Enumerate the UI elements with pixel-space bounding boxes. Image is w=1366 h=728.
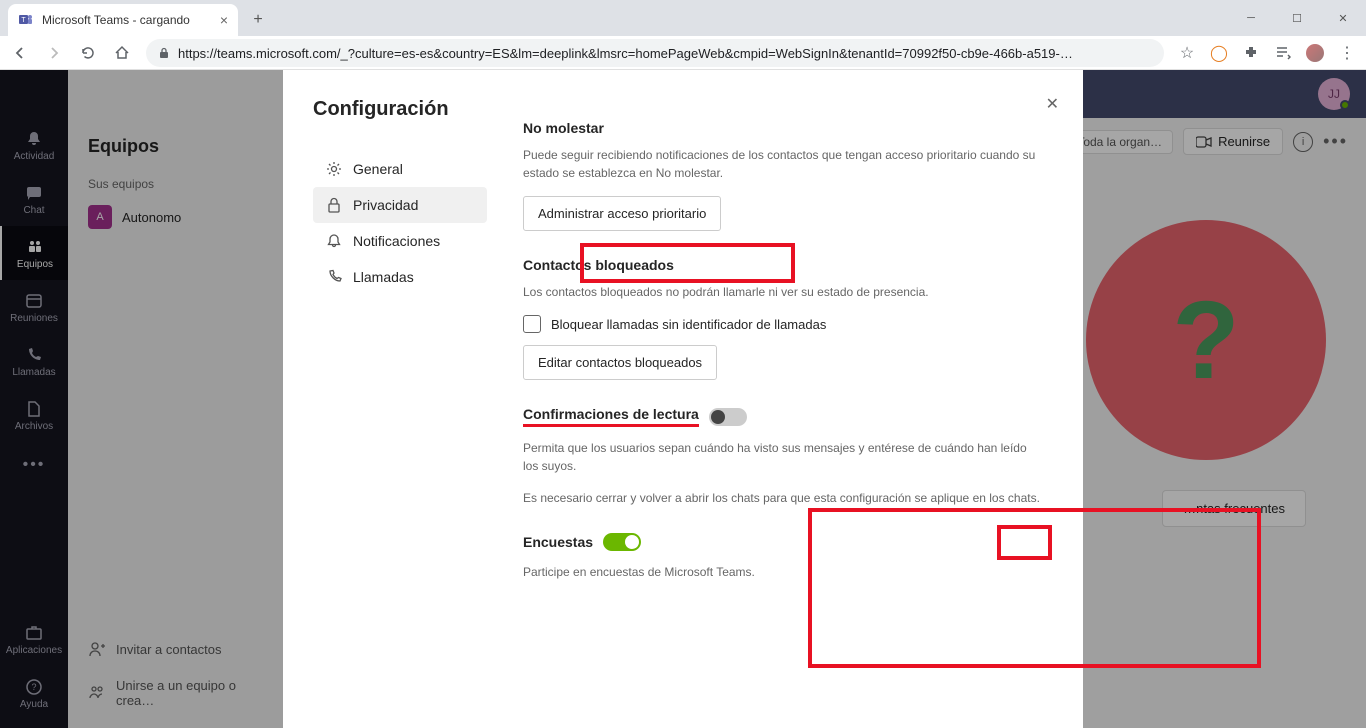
- surveys-heading: Encuestas: [523, 534, 593, 550]
- new-tab-button[interactable]: +: [244, 6, 272, 34]
- read-desc-2: Es necesario cerrar y volver a abrir los…: [523, 489, 1043, 507]
- address-bar: https://teams.microsoft.com/_?culture=es…: [0, 36, 1366, 70]
- surveys-section: Encuestas Participe en encuestas de Micr…: [523, 533, 1043, 581]
- back-button[interactable]: [10, 43, 30, 63]
- block-nocid-row[interactable]: Bloquear llamadas sin identificador de l…: [523, 315, 1043, 333]
- surveys-desc: Participe en encuestas de Microsoft Team…: [523, 563, 1043, 581]
- dnd-description: Puede seguir recibiendo notificaciones d…: [523, 146, 1043, 182]
- star-icon[interactable]: ☆: [1178, 44, 1196, 62]
- tab-close-icon[interactable]: ×: [220, 12, 228, 28]
- read-desc-1: Permita que los usuarios sepan cuándo ha…: [523, 439, 1043, 475]
- modal-title: Configuración: [313, 98, 503, 121]
- maximize-button[interactable]: ☐: [1274, 0, 1320, 36]
- dnd-section: No molestar Puede seguir recibiendo noti…: [523, 120, 1043, 231]
- settings-modal: ✕ Configuración General Privacidad Notif…: [283, 70, 1083, 728]
- forward-button[interactable]: [44, 43, 64, 63]
- nav-calls[interactable]: Llamadas: [313, 259, 487, 295]
- profile-avatar[interactable]: [1306, 44, 1324, 62]
- dnd-heading: No molestar: [523, 120, 1043, 136]
- edit-blocked-button[interactable]: Editar contactos bloqueados: [523, 345, 717, 380]
- address-bar-icons: ☆ ◯ ⋮: [1178, 44, 1356, 62]
- nav-privacy[interactable]: Privacidad: [313, 187, 487, 223]
- lock-icon: [158, 47, 170, 59]
- blocked-heading: Contactos bloqueados: [523, 257, 1043, 273]
- extension-icon-1[interactable]: ◯: [1210, 44, 1228, 62]
- minimize-button[interactable]: ─: [1228, 0, 1274, 36]
- modal-close-button[interactable]: ✕: [1046, 94, 1059, 114]
- url-text: https://teams.microsoft.com/_?culture=es…: [178, 46, 1073, 61]
- svg-text:T: T: [21, 17, 26, 24]
- window-controls: ─ ☐ ✕: [1228, 0, 1366, 36]
- blocked-description: Los contactos bloqueados no podrán llama…: [523, 283, 1043, 301]
- tab-title: Microsoft Teams - cargando: [42, 13, 190, 27]
- phone-outline-icon: [325, 269, 343, 285]
- url-input[interactable]: https://teams.microsoft.com/_?culture=es…: [146, 39, 1164, 67]
- manage-priority-button[interactable]: Administrar acceso prioritario: [523, 196, 721, 231]
- read-heading: Confirmaciones de lectura: [523, 406, 699, 427]
- browser-tab[interactable]: T Microsoft Teams - cargando ×: [8, 4, 238, 36]
- blocked-section: Contactos bloqueados Los contactos bloqu…: [523, 257, 1043, 380]
- reading-list-icon[interactable]: [1274, 44, 1292, 62]
- read-receipts-toggle[interactable]: [709, 408, 747, 426]
- read-receipts-section: Confirmaciones de lectura Permita que lo…: [523, 406, 1043, 507]
- nav-general[interactable]: General: [313, 151, 487, 187]
- browser-chrome: T Microsoft Teams - cargando × + ─ ☐ ✕: [0, 0, 1366, 70]
- menu-icon[interactable]: ⋮: [1338, 44, 1356, 62]
- gear-icon: [325, 161, 343, 177]
- lock-icon: [325, 197, 343, 213]
- home-button[interactable]: [112, 43, 132, 63]
- reload-button[interactable]: [78, 43, 98, 63]
- extensions-icon[interactable]: [1242, 44, 1260, 62]
- modal-nav: Configuración General Privacidad Notific…: [283, 70, 503, 728]
- modal-content: No molestar Puede seguir recibiendo noti…: [503, 70, 1083, 728]
- bell-outline-icon: [325, 233, 343, 249]
- surveys-toggle[interactable]: [603, 533, 641, 551]
- teams-favicon: T: [18, 12, 34, 28]
- checkbox[interactable]: [523, 315, 541, 333]
- tab-bar: T Microsoft Teams - cargando × + ─ ☐ ✕: [0, 0, 1366, 36]
- close-window-button[interactable]: ✕: [1320, 0, 1366, 36]
- nav-notifications[interactable]: Notificaciones: [313, 223, 487, 259]
